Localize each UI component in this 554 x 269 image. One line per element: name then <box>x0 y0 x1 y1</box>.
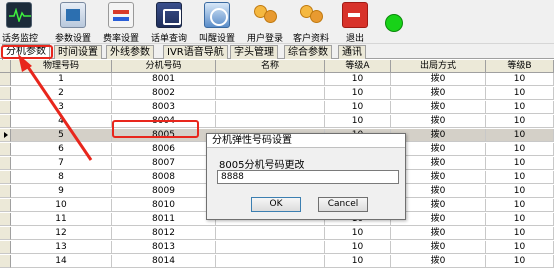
extension-number-input[interactable] <box>217 170 399 184</box>
extension-number-dialog: 分机弹性号码设置 8005分机号码更改 OK Cancel <box>206 133 406 220</box>
dialog-title: 分机弹性号码设置 <box>207 134 405 148</box>
dialog-label: 8005分机号码更改 <box>219 160 305 171</box>
ok-button[interactable]: OK <box>251 197 301 212</box>
cancel-button[interactable]: Cancel <box>318 197 368 212</box>
